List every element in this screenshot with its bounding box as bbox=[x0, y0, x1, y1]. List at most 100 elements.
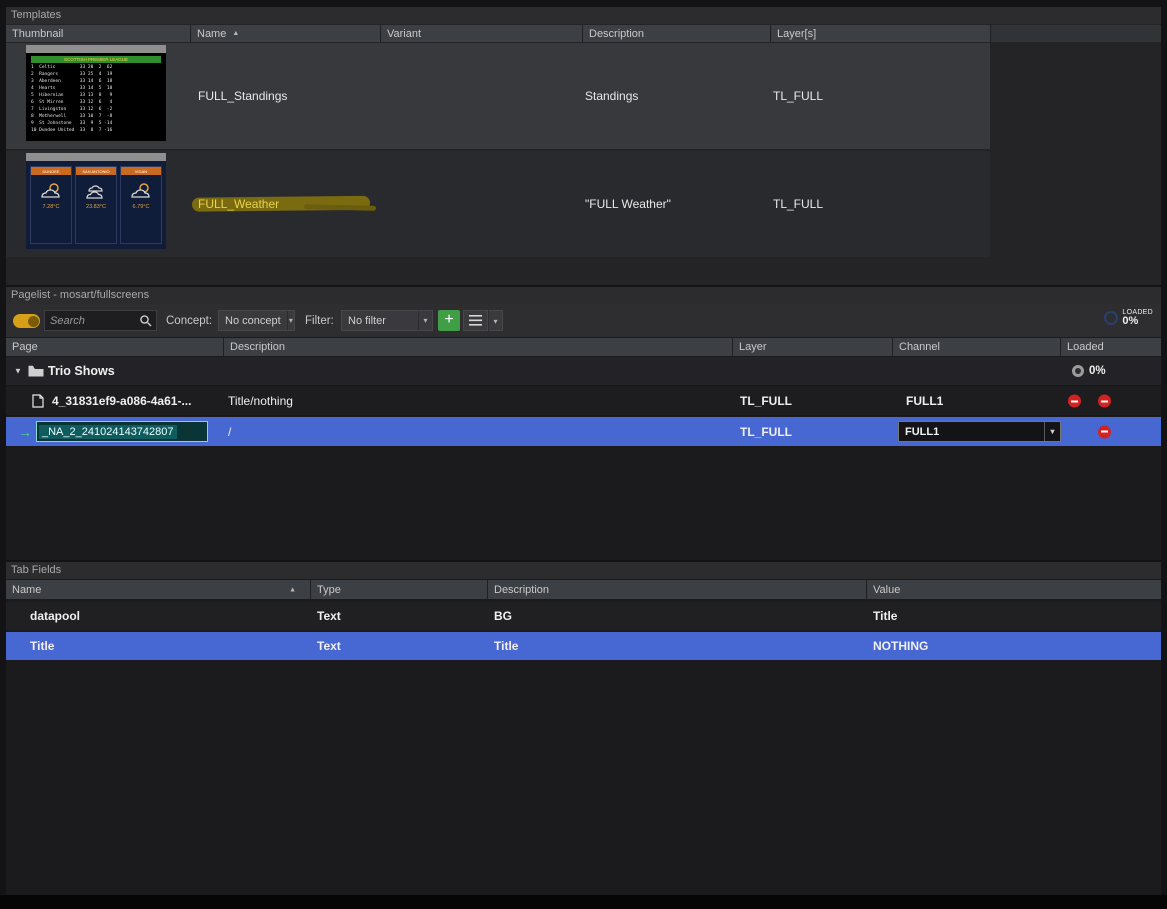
col-header-variant[interactable]: Variant bbox=[381, 25, 582, 42]
standings-thumb-row: 8 Motherwell 33 10 7 -8 bbox=[31, 113, 161, 120]
col-header-loaded[interactable]: Loaded bbox=[1061, 338, 1161, 356]
search-icon bbox=[139, 314, 152, 327]
list-view-button[interactable] bbox=[463, 310, 488, 331]
col-header-variant-label: Variant bbox=[387, 28, 421, 40]
field-value: NOTHING bbox=[873, 639, 928, 653]
standings-thumbnail: SCOTTISH PREMIER LEAGUE 1 Celtic 33 20 2… bbox=[26, 45, 166, 141]
template-layers: TL_FULL bbox=[773, 89, 823, 103]
concept-dropdown[interactable]: No concept ▾ bbox=[218, 310, 295, 331]
folder-icon bbox=[28, 365, 44, 377]
page-icon bbox=[32, 394, 44, 408]
col-header-thumbnail-label: Thumbnail bbox=[12, 28, 63, 40]
standings-thumb-row: 5 Hibernian 33 13 8 9 bbox=[31, 92, 161, 99]
col-header-layers[interactable]: Layer[s] bbox=[771, 25, 990, 42]
field-description: BG bbox=[494, 609, 512, 623]
pagelist-panel-title: Pagelist - mosart/fullscreens bbox=[6, 287, 1161, 304]
col-header-channel-label: Channel bbox=[899, 341, 940, 353]
weather-city-label: DUNDEE bbox=[31, 167, 71, 175]
list-view-options-button[interactable]: ▾ bbox=[489, 310, 503, 331]
pagelist-group-row[interactable]: ▼ Trio Shows 0% bbox=[6, 357, 1161, 386]
tab-field-row-selected[interactable]: Title Text Title NOTHING bbox=[6, 632, 1161, 660]
thumbnail-top-bar bbox=[26, 45, 166, 53]
pagelist-title-text: Pagelist - mosart/fullscreens bbox=[11, 289, 149, 301]
bottom-status-bar bbox=[0, 895, 1167, 909]
template-row-standings[interactable]: SCOTTISH PREMIER LEAGUE 1 Celtic 33 20 2… bbox=[6, 43, 990, 149]
col-header-type[interactable]: Type bbox=[311, 580, 487, 599]
templates-panel: Templates Thumbnail Name ▲ Variant Descr… bbox=[6, 7, 1161, 285]
page-name-edit-input[interactable]: _NA_2_241024143742807 bbox=[36, 421, 208, 442]
autoload-toggle[interactable] bbox=[13, 314, 40, 328]
page-name: 4_31831ef9-a086-4a61-... bbox=[52, 394, 191, 408]
col-header-name-label: Name bbox=[197, 28, 226, 40]
add-page-button[interactable]: + bbox=[438, 310, 460, 331]
concept-label: Concept: bbox=[166, 304, 212, 337]
search-input[interactable] bbox=[45, 315, 139, 327]
loaded-percent: 0% bbox=[1122, 316, 1153, 328]
concept-value: No concept bbox=[219, 315, 287, 327]
tab-fields-panel-title: Tab Fields bbox=[6, 562, 1161, 579]
template-description: Standings bbox=[585, 89, 638, 103]
col-header-value[interactable]: Value bbox=[867, 580, 1161, 599]
col-header-description-label: Description bbox=[494, 584, 549, 596]
template-row-weather[interactable]: DUNDEE 7.28°C SAN ANTONIO 23.8 bbox=[6, 151, 990, 257]
tab-field-row[interactable]: datapool Text BG Title bbox=[6, 602, 1161, 630]
standings-thumb-row: 4 Hearts 33 14 5 18 bbox=[31, 85, 161, 92]
sun-cloud-icon bbox=[128, 181, 154, 201]
templates-table-header: Thumbnail Name ▲ Variant Description Lay… bbox=[6, 25, 1161, 42]
col-header-name[interactable]: Name ▲ bbox=[191, 25, 380, 42]
filter-dropdown[interactable]: No filter ▾ bbox=[341, 310, 433, 331]
col-header-description[interactable]: Description bbox=[583, 25, 770, 42]
field-value: Title bbox=[873, 609, 897, 623]
expand-collapse-icon[interactable]: ▼ bbox=[14, 367, 22, 376]
pagelist-row[interactable]: 4_31831ef9-a086-4a61-... Title/nothing T… bbox=[6, 387, 1161, 416]
templates-title-text: Templates bbox=[11, 9, 61, 21]
template-name: FULL_Standings bbox=[198, 89, 287, 103]
weather-thumbnail: DUNDEE 7.28°C SAN ANTONIO 23.8 bbox=[26, 153, 166, 249]
page-layer: TL_FULL bbox=[740, 394, 792, 408]
field-name: datapool bbox=[30, 609, 80, 623]
col-header-description-label: Description bbox=[230, 341, 285, 353]
standings-thumb-title: SCOTTISH PREMIER LEAGUE bbox=[31, 56, 161, 63]
group-loaded-icon bbox=[1072, 365, 1084, 377]
col-header-description[interactable]: Description bbox=[488, 580, 866, 599]
col-header-layer[interactable]: Layer bbox=[733, 338, 892, 356]
col-header-layers-label: Layer[s] bbox=[777, 28, 816, 40]
page-description: Title/nothing bbox=[228, 394, 293, 408]
weather-thumbnail-image: DUNDEE 7.28°C SAN ANTONIO 23.8 bbox=[26, 161, 166, 249]
channel-select[interactable]: FULL1 ▾ bbox=[898, 421, 1061, 442]
pagelist-row-selected[interactable]: → _NA_2_241024143742807 / TL_FULL FULL1 … bbox=[6, 417, 1161, 446]
field-name: Title bbox=[30, 639, 54, 653]
unload-minus-icon[interactable] bbox=[1098, 425, 1111, 438]
col-header-page[interactable]: Page bbox=[6, 338, 223, 356]
col-header-thumbnail[interactable]: Thumbnail bbox=[6, 25, 190, 42]
col-header-empty bbox=[991, 25, 1161, 42]
group-loaded-percent: 0% bbox=[1089, 365, 1106, 377]
sun-cloud-icon bbox=[38, 181, 64, 201]
unload-minus-icon[interactable] bbox=[1098, 395, 1111, 408]
weather-temp-label: 7.28°C bbox=[43, 204, 60, 210]
col-header-name[interactable]: Name ▲ bbox=[6, 580, 310, 599]
page-description: / bbox=[228, 425, 231, 439]
weather-cell: DUNDEE 7.28°C bbox=[30, 166, 72, 244]
tab-fields-panel: Tab Fields Name ▲ Type Description Value… bbox=[6, 562, 1161, 895]
standings-thumb-row: 2 Rangers 33 25 4 19 bbox=[31, 71, 161, 78]
weather-temp-label: 23.83°C bbox=[86, 204, 106, 210]
tab-fields-table-header: Name ▲ Type Description Value bbox=[6, 580, 1161, 599]
channel-select-value: FULL1 bbox=[899, 426, 1044, 438]
loaded-indicator-text: LOADED 0% bbox=[1122, 309, 1153, 328]
field-type: Text bbox=[317, 609, 341, 623]
standings-thumbnail-image: SCOTTISH PREMIER LEAGUE 1 Celtic 33 20 2… bbox=[26, 53, 166, 141]
standings-thumb-row: 1 Celtic 33 20 2 62 bbox=[31, 64, 161, 71]
unload-minus-icon[interactable] bbox=[1068, 395, 1081, 408]
col-header-description[interactable]: Description bbox=[224, 338, 732, 356]
page-channel: FULL1 bbox=[906, 394, 943, 408]
col-header-channel[interactable]: Channel bbox=[893, 338, 1060, 356]
col-header-description-label: Description bbox=[589, 28, 644, 40]
standings-thumb-row: 10 Dundee United 33 8 7 -16 bbox=[31, 127, 161, 134]
weather-cell: SAN ANTONIO 23.83°C bbox=[75, 166, 117, 244]
loaded-indicator: LOADED 0% bbox=[1104, 309, 1153, 328]
filter-label: Filter: bbox=[305, 304, 334, 337]
col-header-layer-label: Layer bbox=[739, 341, 767, 353]
loaded-ring-icon bbox=[1104, 311, 1118, 325]
pagelist-panel: Pagelist - mosart/fullscreens Concept: N… bbox=[6, 287, 1161, 560]
